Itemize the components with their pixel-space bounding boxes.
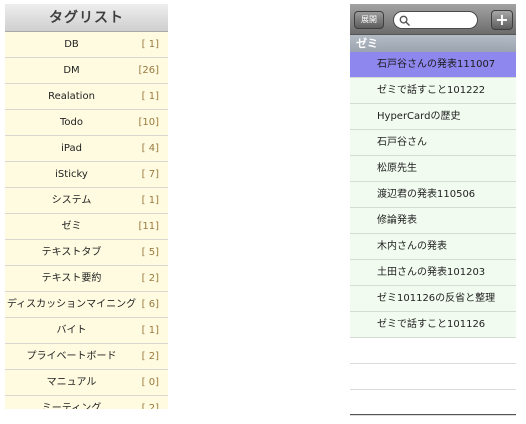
note-row[interactable]: 松原先生 <box>350 156 516 182</box>
tag-count: [ 1] <box>141 39 159 50</box>
empty-row <box>350 338 516 364</box>
note-row[interactable]: 土田さんの発表101203 <box>350 260 516 286</box>
tag-count: [ 0] <box>141 377 159 388</box>
note-row[interactable]: 石戸谷さん <box>350 130 516 156</box>
empty-row <box>350 390 516 416</box>
tag-row[interactable]: バイト [ 1] <box>5 318 168 344</box>
tag-list-title: タグリスト <box>5 4 168 32</box>
tag-count: [ 4] <box>141 143 159 154</box>
tag-count: [26] <box>138 65 159 76</box>
tag-row[interactable]: Realation [ 1] <box>5 84 168 110</box>
tag-count: [ 7] <box>141 169 159 180</box>
tag-name: Realation <box>48 91 95 102</box>
tag-row[interactable]: DB [ 1] <box>5 32 168 58</box>
search-icon <box>399 15 410 26</box>
note-row[interactable]: 木内さんの発表 <box>350 234 516 260</box>
tag-row[interactable]: iSticky [ 7] <box>5 162 168 188</box>
tag-row[interactable]: iPad [ 4] <box>5 136 168 162</box>
tag-count: [ 1] <box>141 91 159 102</box>
tag-name: システム <box>51 195 92 206</box>
tag-name: プライベートボード <box>26 351 117 362</box>
tag-list: DB [ 1] DM [26] Realation [ 1] Todo [10] iPad [ 4… <box>5 32 168 409</box>
tag-row[interactable]: プライベートボード [ 2] <box>5 344 168 370</box>
tag-name: DM <box>63 65 80 76</box>
tag-name: テキスト要約 <box>41 273 102 284</box>
tag-count: [ 2] <box>141 273 159 284</box>
expand-button[interactable]: 展開 <box>354 11 384 29</box>
note-row[interactable]: 修論発表 <box>350 208 516 234</box>
tag-name: iPad <box>61 143 82 154</box>
note-row[interactable]: ゼミで話すこと101126 <box>350 312 516 338</box>
tag-row[interactable]: システム [ 1] <box>5 188 168 214</box>
tag-row[interactable]: マニュアル [ 0] <box>5 370 168 396</box>
tag-count: [ 1] <box>141 195 159 206</box>
tag-name: マニュアル <box>46 377 97 388</box>
empty-row <box>350 364 516 390</box>
tag-row[interactable]: ゼミ [11] <box>5 214 168 240</box>
tag-name: テキストタブ <box>41 247 102 258</box>
tag-row[interactable]: テキスト要約 [ 2] <box>5 266 168 292</box>
tag-row[interactable]: ディスカッションマイニング [ 6] <box>5 292 168 318</box>
note-row[interactable]: HyperCardの歴史 <box>350 104 516 130</box>
note-row[interactable]: ゼミ101126の反省と整理 <box>350 286 516 312</box>
note-list: 石戸谷さんの発表111007 ゼミで話すこと101222 HyperCardの歴史石… <box>350 52 516 416</box>
tag-name: ゼミ <box>61 221 82 232</box>
tag-row[interactable]: Todo [10] <box>5 110 168 136</box>
section-header: ゼミ <box>350 35 516 52</box>
tag-count: [ 6] <box>141 299 159 310</box>
tag-row[interactable]: テキストタブ [ 5] <box>5 240 168 266</box>
search-input[interactable] <box>412 13 474 27</box>
search-field[interactable] <box>393 11 478 29</box>
tag-list-panel: タグリスト DB [ 1] DM [26] Realation [ 1] Todo [10] i… <box>5 4 168 409</box>
note-row[interactable]: ゼミで話すこと101222 <box>350 78 516 104</box>
note-row[interactable]: 石戸谷さんの発表111007 <box>350 52 516 78</box>
tag-count: [ 1] <box>141 325 159 336</box>
tag-name: ディスカッションマイニング <box>6 299 137 310</box>
tag-count: [11] <box>138 221 159 232</box>
tag-name: DB <box>64 39 79 50</box>
note-row[interactable]: 渡辺君の発表110506 <box>350 182 516 208</box>
toolbar: 展開 + <box>350 4 516 35</box>
tag-count: [10] <box>138 117 159 128</box>
tag-name: iSticky <box>55 169 88 180</box>
add-note-button[interactable]: + <box>491 10 513 30</box>
tag-name: Todo <box>60 117 83 128</box>
note-list-panel: 展開 + ゼミ 石戸谷さんの発表111007 ゼミで話すこと101222 Hyper… <box>350 4 516 416</box>
tag-name: ミーティング <box>41 403 102 409</box>
tag-count: [ 2] <box>141 351 159 362</box>
tag-row[interactable]: DM [26] <box>5 58 168 84</box>
tag-count: [ 2] <box>141 403 159 409</box>
tag-row[interactable]: ミーティング [ 2] <box>5 396 168 409</box>
divider <box>350 414 516 415</box>
tag-name: バイト <box>56 325 87 336</box>
tag-count: [ 5] <box>141 247 159 258</box>
